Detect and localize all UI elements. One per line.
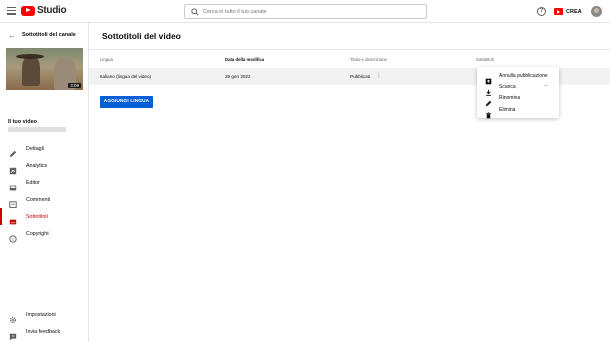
sidebar-item-label: Impostazioni xyxy=(26,311,56,318)
editor-icon xyxy=(9,179,17,190)
trash-icon xyxy=(485,106,492,119)
video-title-redacted xyxy=(8,127,66,132)
search-input[interactable] xyxy=(203,8,403,15)
sidebar-item-label: Dettagli xyxy=(26,145,44,152)
search-icon xyxy=(189,6,201,18)
comments-icon xyxy=(9,196,17,208)
sidebar-item-label: Invia feedback xyxy=(26,328,61,335)
sidebar-bottom-nav: Impostazioni Invia feedback xyxy=(0,306,89,340)
row-date: 29 gen 2022 xyxy=(225,74,251,79)
more-options-icon[interactable]: ⋮ xyxy=(376,73,382,79)
youtube-logo-icon xyxy=(21,5,35,16)
studio-logo[interactable]: Studio xyxy=(21,5,67,16)
video-duration: 3:09 xyxy=(68,83,81,88)
back-arrow-icon: ← xyxy=(8,30,16,40)
pencil-icon xyxy=(9,145,17,157)
avatar[interactable] xyxy=(591,6,602,17)
subtitles-icon xyxy=(9,213,17,224)
create-button[interactable]: CREA xyxy=(554,6,582,17)
sidebar-item-commenti[interactable]: Commenti xyxy=(0,191,89,208)
menu-item-rename[interactable]: Rinomina xyxy=(477,92,559,107)
menu-item-delete[interactable]: Elimina xyxy=(477,104,559,119)
column-header-subtitles: Sottotitoli xyxy=(476,57,494,62)
search-box[interactable] xyxy=(184,4,427,19)
sidebar-nav: Dettagli Analytics Editor Commenti Sotto… xyxy=(0,140,89,243)
menu-item-label: Elimina xyxy=(499,106,516,113)
feedback-icon xyxy=(9,328,17,340)
sidebar-item-label: Analytics xyxy=(26,162,48,169)
title-divider xyxy=(89,49,610,50)
thumbnail-hat xyxy=(16,54,44,59)
video-thumbnail[interactable]: 3:09 xyxy=(6,48,83,90)
sidebar-item-impostazioni[interactable]: Impostazioni xyxy=(0,306,89,323)
pencil-icon xyxy=(485,94,492,107)
thumbnail-figure-left xyxy=(22,56,40,86)
svg-text:c: c xyxy=(12,236,14,241)
unpublish-icon xyxy=(485,72,492,85)
sidebar-item-label: Sottotitoli xyxy=(26,213,48,220)
sidebar: ← Sottotitoli del canale 3:09 Il tuo vid… xyxy=(0,23,89,342)
sidebar-item-analytics[interactable]: Analytics xyxy=(0,157,89,174)
copyright-icon: c xyxy=(9,230,17,243)
sidebar-item-sottotitoli[interactable]: Sottotitoli xyxy=(0,208,89,225)
video-camera-icon xyxy=(554,8,563,15)
row-language: Italiano (lingua del video) xyxy=(100,74,152,79)
page-title: Sottotitoli del video xyxy=(102,31,181,41)
menu-item-unpublish[interactable]: Annulla pubblicazione xyxy=(477,70,559,85)
column-header-date[interactable]: Data della modifica xyxy=(225,57,264,62)
create-label: CREA xyxy=(566,8,582,15)
help-icon[interactable]: ? xyxy=(537,7,546,16)
sidebar-item-editor[interactable]: Editor xyxy=(0,174,89,191)
subtitles-options-menu: Annulla pubblicazione Scarica → Rinomina… xyxy=(477,67,559,119)
your-video-label: Il tuo video xyxy=(8,119,38,125)
download-icon xyxy=(485,83,492,96)
sidebar-item-label: Editor xyxy=(26,179,40,186)
sidebar-item-label: Copyright xyxy=(26,230,49,237)
back-label: Sottotitoli del canale xyxy=(22,32,76,38)
add-language-button[interactable]: AGGIUNGI LINGUA xyxy=(100,96,153,108)
sidebar-item-dettagli[interactable]: Dettagli xyxy=(0,140,89,157)
menu-item-label: Annulla pubblicazione xyxy=(499,72,548,79)
menu-item-label: Scarica xyxy=(499,83,516,90)
menu-item-download[interactable]: Scarica → xyxy=(477,81,559,96)
logo-text: Studio xyxy=(37,5,67,16)
menu-item-label: Rinomina xyxy=(499,94,521,101)
sidebar-item-copyright[interactable]: c Copyright xyxy=(0,225,89,243)
column-header-language: Lingua xyxy=(100,57,113,62)
gear-icon xyxy=(9,311,17,323)
back-to-channel-subtitles[interactable]: ← Sottotitoli del canale xyxy=(0,28,89,42)
menu-icon[interactable] xyxy=(7,7,16,15)
analytics-icon xyxy=(9,162,17,174)
sidebar-item-invia-feedback[interactable]: Invia feedback xyxy=(0,323,89,340)
sidebar-item-label: Commenti xyxy=(26,196,51,203)
row-title-description-status[interactable]: Pubblicati xyxy=(350,74,370,79)
chevron-right-icon: → xyxy=(543,82,549,88)
column-header-title-description: Titolo e descrizione xyxy=(350,57,387,62)
top-bar: Studio ? CREA xyxy=(0,0,610,23)
